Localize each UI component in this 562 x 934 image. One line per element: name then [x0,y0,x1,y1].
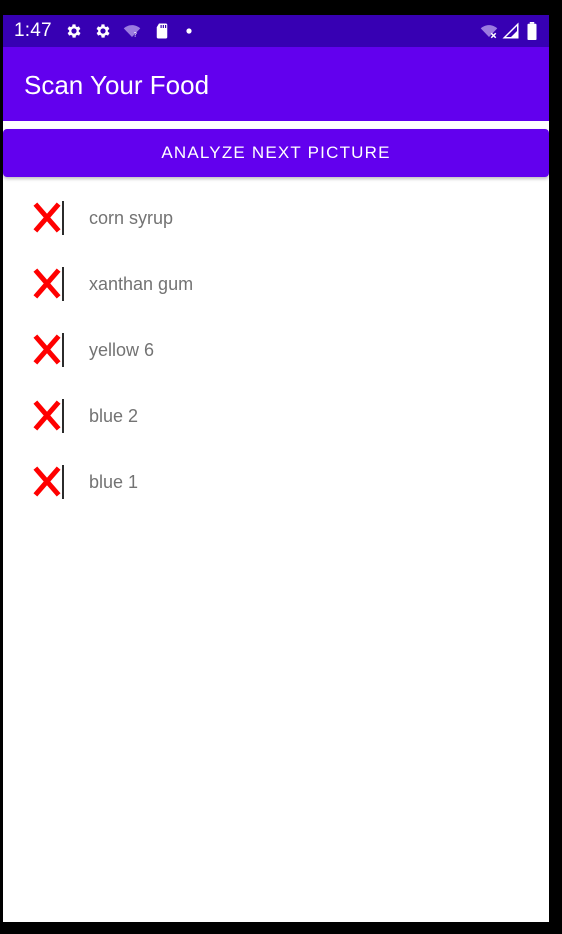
settings-gear-icon [94,22,112,40]
red-x-icon [33,333,65,367]
sd-card-icon [153,22,171,40]
ingredient-name: blue 1 [89,472,139,492]
list-item: yellow 6 [3,317,549,383]
list-item: blue 2 [3,383,549,449]
list-item: corn syrup [3,185,549,251]
notification-dot-icon [183,22,195,40]
svg-text:?: ? [134,31,138,39]
cell-signal-icon [502,22,520,40]
status-bar: 1:47 ? [3,15,549,47]
ingredient-name: blue 2 [89,406,139,426]
app-title: Scan Your Food [24,70,210,100]
settings-gear-icon [65,22,83,40]
wifi-unknown-icon: ? [122,22,142,40]
app-bar: Scan Your Food [3,47,549,121]
red-x-icon [33,201,65,235]
status-time: 1:47 [14,20,52,41]
ingredient-name: xanthan gum [89,274,194,294]
app-screen: 1:47 ? Scan Your Food ANALYZE NEXT PICTU… [3,15,549,922]
wifi-no-internet-icon [479,22,499,40]
ingredient-name: corn syrup [89,208,174,228]
analyze-next-picture-button[interactable]: ANALYZE NEXT PICTURE [3,129,549,177]
red-x-icon [33,399,65,433]
list-item: xanthan gum [3,251,549,317]
red-x-icon [33,465,65,499]
battery-full-icon [526,22,538,40]
red-x-icon [33,267,65,301]
list-item: blue 1 [3,449,549,515]
ingredient-name: yellow 6 [89,340,155,360]
